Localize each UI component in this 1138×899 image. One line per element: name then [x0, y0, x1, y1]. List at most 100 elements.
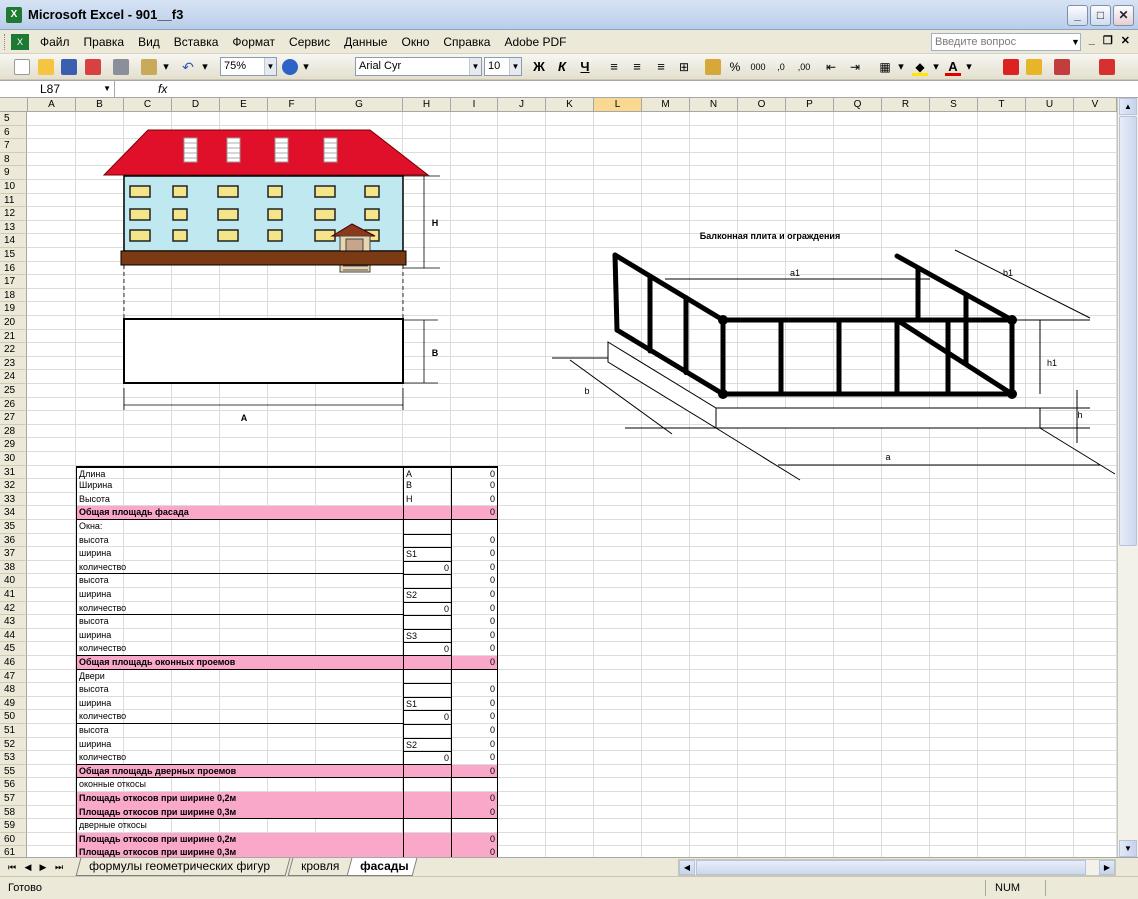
undo-icon[interactable]: ↶	[180, 58, 196, 76]
menu-edit[interactable]: Правка	[77, 30, 132, 54]
pdf-attach-icon[interactable]	[1026, 59, 1042, 75]
print-icon[interactable]	[113, 59, 129, 75]
excel-icon: X	[6, 6, 22, 23]
chevron-down-icon[interactable]: ▾	[931, 58, 941, 76]
align-center-icon[interactable]: ≡	[629, 58, 645, 76]
house-plan-rectangle[interactable]	[123, 318, 404, 384]
scroll-right-icon[interactable]: ▶	[1099, 860, 1115, 875]
align-left-icon[interactable]: ≡	[606, 58, 622, 76]
formula-input[interactable]	[178, 81, 1128, 97]
house-window	[217, 185, 239, 198]
house-roof[interactable]	[102, 129, 430, 176]
underline-button[interactable]: Ч	[577, 58, 593, 76]
chevron-down-icon[interactable]: ▾	[161, 58, 171, 76]
new-document-icon[interactable]	[14, 59, 30, 75]
chevron-down-icon[interactable]: ▼	[1071, 33, 1080, 51]
chevron-down-icon[interactable]: ▾	[964, 58, 974, 76]
menu-insert[interactable]: Вставка	[167, 30, 226, 54]
balcony-joint	[1007, 389, 1017, 399]
label-h1: h1	[1047, 358, 1057, 368]
align-right-icon[interactable]: ≡	[653, 58, 669, 76]
scroll-down-icon[interactable]: ▼	[1119, 840, 1137, 857]
prev-sheet-icon[interactable]: ◀	[22, 859, 34, 875]
maximize-button[interactable]: □	[1090, 5, 1111, 26]
permission-icon[interactable]	[85, 59, 101, 75]
acrobat-icon[interactable]	[1099, 59, 1115, 75]
house-window	[267, 208, 283, 221]
font-color-icon[interactable]: A	[945, 58, 961, 76]
status-num-lock: NUM	[995, 882, 1021, 894]
balcony-slab[interactable]	[607, 341, 1041, 429]
label-a1: a1	[790, 268, 800, 278]
scroll-up-icon[interactable]: ▲	[1119, 98, 1137, 115]
menu-window[interactable]: Окно	[394, 30, 436, 54]
thousands-separator-button[interactable]: 000	[748, 58, 768, 76]
house-window	[172, 208, 188, 221]
house-window	[267, 185, 283, 198]
title-bar: X Microsoft Excel - 901__f3 _ □ ✕	[0, 0, 1138, 30]
currency-icon[interactable]	[705, 59, 721, 75]
decrease-indent-icon[interactable]: ⇤	[823, 58, 839, 76]
function-icon[interactable]: fx	[158, 81, 167, 97]
merge-center-icon[interactable]: ⊞	[676, 58, 692, 76]
menu-file[interactable]: Файл	[33, 30, 77, 54]
paste-icon[interactable]	[141, 59, 157, 75]
house-window	[267, 229, 283, 242]
menu-tools[interactable]: Сервис	[282, 30, 337, 54]
zoom-select[interactable]: 75% ▼	[220, 57, 277, 76]
font-size-select[interactable]: 10 ▼	[484, 57, 522, 76]
bold-button[interactable]: Ж	[531, 58, 547, 76]
save-icon[interactable]	[61, 59, 77, 75]
next-sheet-icon[interactable]: ▶	[37, 859, 49, 875]
ask-question-input[interactable]: Введите вопрос	[931, 33, 1081, 51]
sheet-tab-roof[interactable]: кровля	[287, 858, 355, 876]
chevron-down-icon[interactable]: ▾	[301, 58, 311, 76]
open-folder-icon[interactable]	[38, 59, 54, 75]
pdf-review-icon[interactable]	[1054, 59, 1070, 75]
percent-button[interactable]: %	[727, 58, 743, 76]
vertical-scroll-thumb[interactable]	[1119, 116, 1137, 546]
help-icon[interactable]	[282, 59, 298, 75]
house-window	[364, 185, 380, 198]
fill-color-icon[interactable]: ◆	[912, 58, 928, 76]
last-sheet-icon[interactable]: ⏭	[53, 859, 65, 875]
increase-decimal-icon[interactable]: ,0	[772, 58, 790, 76]
scroll-left-icon[interactable]: ◀	[679, 860, 695, 875]
doc-minimize-button[interactable]: _	[1089, 34, 1095, 47]
horizontal-scroll-thumb[interactable]	[696, 860, 1086, 875]
doc-restore-button[interactable]: ❐	[1103, 34, 1113, 47]
menu-help[interactable]: Справка	[436, 30, 497, 54]
first-sheet-icon[interactable]: ⏮	[6, 859, 18, 875]
menu-grip[interactable]	[4, 33, 7, 50]
house-window	[172, 229, 188, 242]
menu-data[interactable]: Данные	[337, 30, 394, 54]
balcony-post	[612, 252, 620, 333]
borders-icon[interactable]: ▦	[877, 58, 893, 76]
doc-close-button[interactable]: ✕	[1121, 34, 1130, 47]
horizontal-scrollbar[interactable]: ◀ ▶	[678, 859, 1116, 876]
house-base	[120, 250, 407, 266]
decrease-decimal-icon[interactable]: ,00	[795, 58, 813, 76]
sheet-tab-facades[interactable]: фасады	[346, 858, 418, 876]
menu-adobe-pdf[interactable]: Adobe PDF	[497, 30, 573, 54]
italic-button[interactable]: К	[554, 58, 570, 76]
menu-view[interactable]: Вид	[131, 30, 167, 54]
font-name-select[interactable]: Arial Cyr ▼	[355, 57, 482, 76]
house-window	[217, 208, 239, 221]
worksheet-grid[interactable]: A B C D E F G H I J K L M N O P Q R S T U V 5 6 7 8 9 10 11 12 13 14 15 1…	[0, 98, 1117, 857]
balcony-title: Балконная плита и ограждения	[700, 231, 840, 241]
pdf-convert-icon[interactable]	[1003, 59, 1019, 75]
vertical-scrollbar[interactable]: ▲ ▼	[1117, 98, 1138, 857]
sheet-tab-formulas[interactable]: формулы геометрических фигур	[75, 858, 291, 876]
close-button[interactable]: ✕	[1113, 5, 1134, 26]
name-box[interactable]: L87 ▼	[2, 81, 115, 97]
house-window	[172, 185, 188, 198]
menu-format[interactable]: Формат	[225, 30, 282, 54]
minimize-button[interactable]: _	[1067, 5, 1088, 26]
increase-indent-icon[interactable]: ⇥	[847, 58, 863, 76]
balcony-joint	[718, 389, 728, 399]
chevron-down-icon[interactable]: ▾	[896, 58, 906, 76]
balcony-rail-side-bottom	[894, 317, 1015, 397]
document-icon[interactable]: X	[11, 33, 29, 50]
chevron-down-icon[interactable]: ▾	[200, 58, 210, 76]
